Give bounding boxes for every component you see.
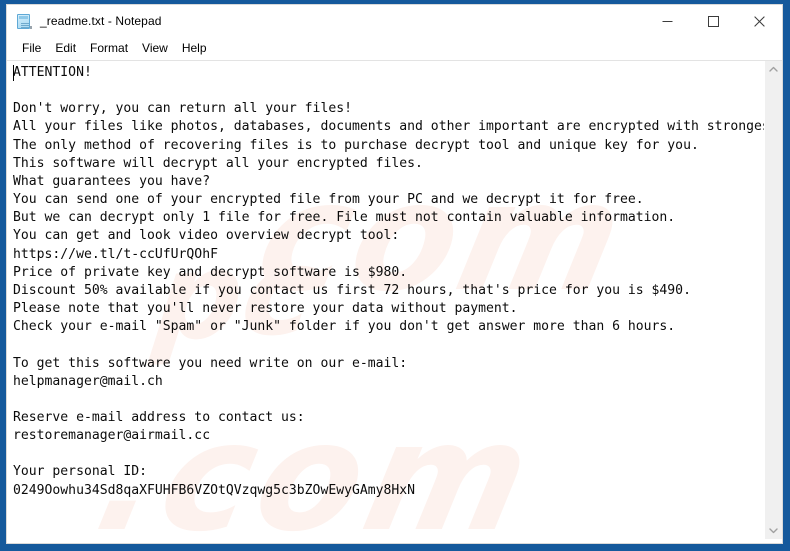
window-title: _readme.txt - Notepad — [40, 14, 162, 28]
menu-bar: File Edit Format View Help — [7, 37, 782, 60]
window-controls — [644, 5, 782, 37]
title-bar-left: _readme.txt - Notepad — [7, 13, 162, 30]
minimize-button[interactable] — [644, 5, 690, 37]
editor-area: com .com pc ATTENTION! Don't worry, you … — [7, 60, 782, 539]
title-bar[interactable]: _readme.txt - Notepad — [7, 5, 782, 37]
menu-item-format[interactable]: Format — [83, 39, 135, 58]
scroll-down-icon — [769, 528, 778, 534]
close-icon — [753, 15, 765, 27]
menu-item-edit[interactable]: Edit — [48, 39, 83, 58]
ransom-note-text: ATTENTION! Don't worry, you can return a… — [13, 65, 764, 498]
scroll-up-button[interactable] — [765, 61, 782, 78]
close-button[interactable] — [736, 5, 782, 37]
vertical-scrollbar[interactable] — [764, 61, 782, 539]
menu-item-file[interactable]: File — [15, 39, 48, 58]
notepad-window: _readme.txt - Notepad File Edit Format V… — [6, 4, 783, 544]
minimize-icon — [662, 20, 672, 22]
maximize-icon — [707, 15, 719, 27]
menu-item-help[interactable]: Help — [175, 39, 214, 58]
text-caret — [13, 65, 14, 81]
maximize-button[interactable] — [690, 5, 736, 37]
scroll-up-icon — [769, 66, 778, 72]
window-bottom-strip — [7, 539, 782, 543]
text-editor[interactable]: com .com pc ATTENTION! Don't worry, you … — [7, 61, 764, 539]
desktop-background: _readme.txt - Notepad File Edit Format V… — [0, 0, 790, 551]
notepad-icon — [16, 13, 33, 30]
menu-item-view[interactable]: View — [135, 39, 175, 58]
scroll-down-button[interactable] — [765, 522, 782, 539]
